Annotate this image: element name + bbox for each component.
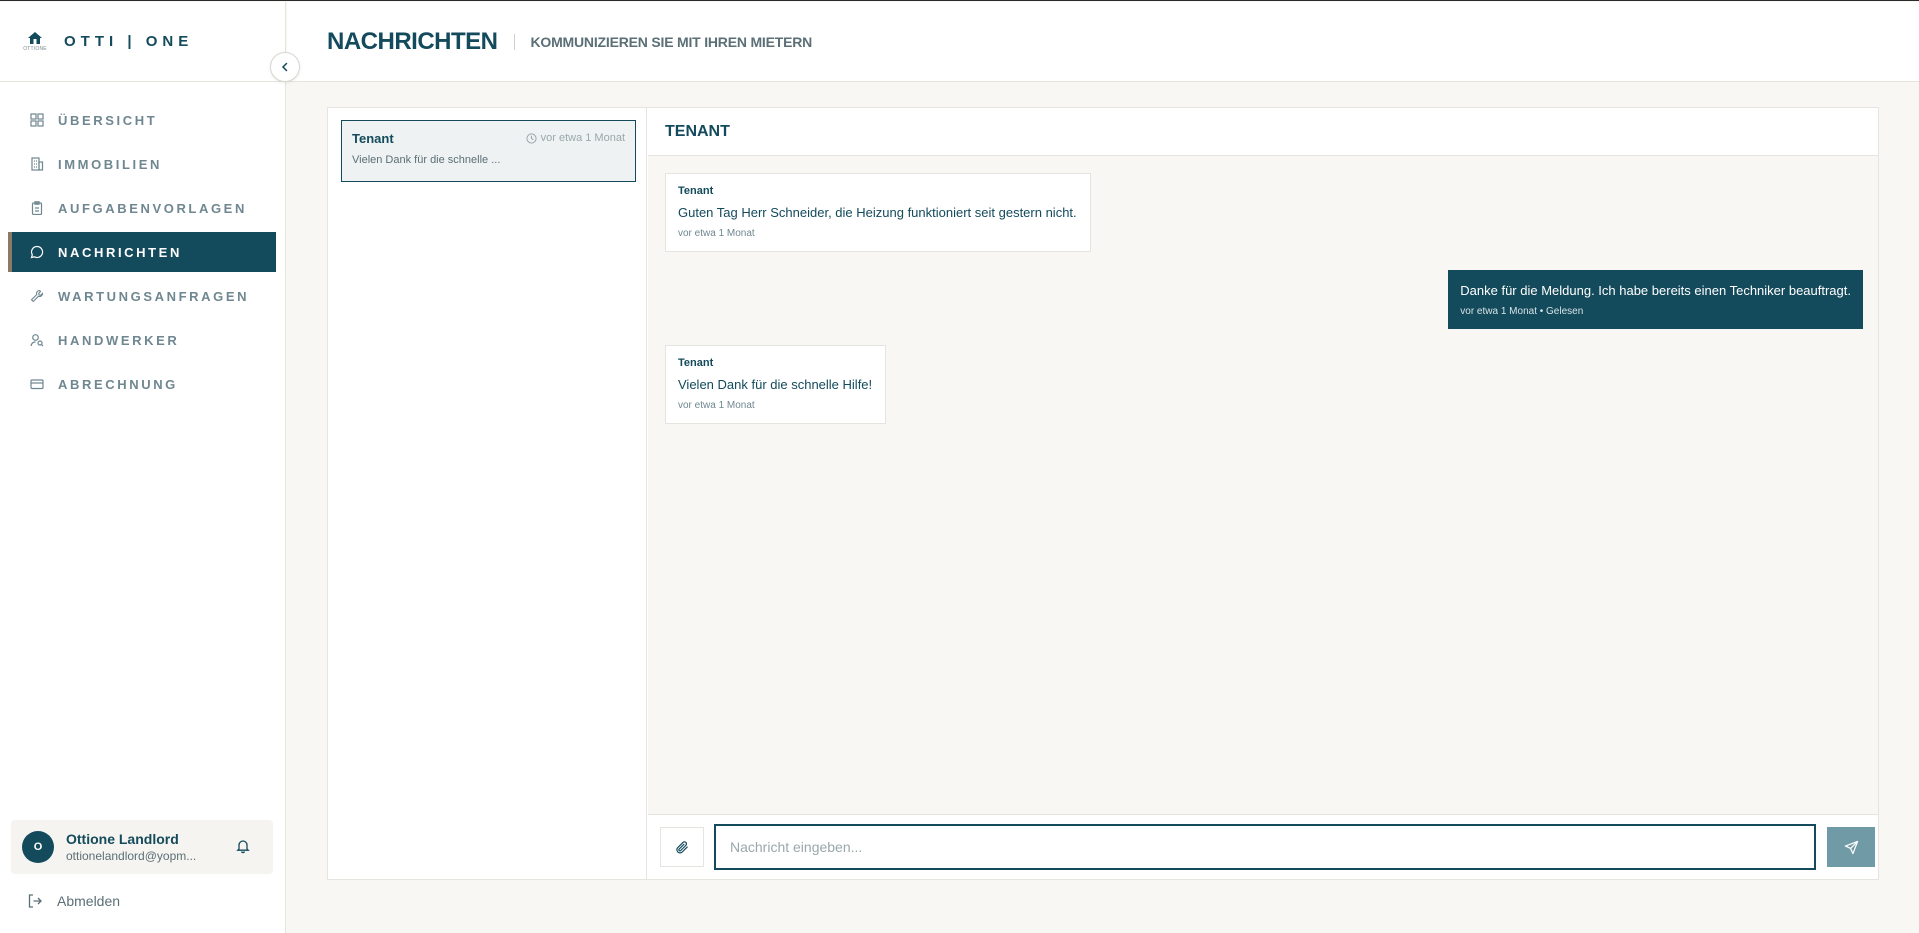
- wrench-icon: [30, 288, 46, 304]
- sidebar-item-wartungsanfragen[interactable]: WARTUNGSANFRAGEN: [8, 276, 276, 316]
- sidebar-item-uebersicht[interactable]: ÜBERSICHT: [8, 100, 276, 140]
- user-search-icon: [30, 332, 46, 348]
- message-text: Danke für die Meldung. Ich habe bereits …: [1460, 283, 1851, 298]
- message-time: vor etwa 1 Monat • Gelesen: [1460, 306, 1584, 317]
- grid-icon: [30, 112, 46, 128]
- send-button[interactable]: [1827, 827, 1875, 867]
- chevron-left-icon: [281, 62, 288, 72]
- message-sender: Tenant: [678, 357, 714, 369]
- building-icon: [30, 156, 46, 172]
- message-text: Guten Tag Herr Schneider, die Heizung fu…: [678, 205, 1077, 220]
- message-composer: [648, 814, 1878, 879]
- logout-label: Abmelden: [57, 893, 121, 909]
- house-logo-icon: [28, 32, 42, 44]
- message-incoming: Tenant Guten Tag Herr Schneider, die Hei…: [665, 173, 1091, 252]
- page-header: NACHRICHTEN KOMMUNIZIEREN SIE MIT IHREN …: [287, 2, 1919, 82]
- sidebar-item-immobilien[interactable]: IMMOBILIEN: [8, 144, 276, 184]
- sidebar-item-nachrichten[interactable]: NACHRICHTEN: [8, 232, 276, 272]
- sidebar-item-label: ÜBERSICHT: [58, 112, 158, 128]
- message-time: vor etwa 1 Monat: [678, 228, 755, 239]
- logout-icon: [27, 893, 43, 909]
- message-incoming: Tenant Vielen Dank für die schnelle Hilf…: [665, 345, 887, 424]
- sidebar-nav: ÜBERSICHT IMMOBILIEN AUFGABENVORLAGEN NA…: [0, 82, 285, 404]
- sidebar-item-label: IMMOBILIEN: [58, 156, 162, 172]
- chat-area: TENANT Tenant Guten Tag Herr Schneider, …: [648, 108, 1878, 879]
- logo[interactable]: OTTIONE: [20, 27, 50, 57]
- conversation-item[interactable]: Tenant vor etwa 1 Monat Vielen Dank für …: [341, 120, 636, 182]
- conversation-time-label: vor etwa 1 Monat: [540, 132, 625, 144]
- credit-card-icon: [30, 376, 46, 392]
- chat-title: TENANT: [648, 108, 1878, 156]
- message-input[interactable]: [714, 824, 1816, 870]
- collapse-sidebar-button[interactable]: [270, 52, 300, 82]
- user-card[interactable]: O Ottione Landlord ottionelandlord@yopm.…: [11, 820, 273, 874]
- sidebar-item-label: ABRECHNUNG: [58, 376, 178, 392]
- user-name: Ottione Landlord: [66, 831, 179, 847]
- paperclip-icon: [675, 840, 688, 853]
- avatar: O: [22, 831, 54, 863]
- page-title: NACHRICHTEN: [327, 27, 498, 55]
- sidebar: OTTIONE OTTI | ONE ÜBERSICHT IMMOBILIEN: [0, 2, 300, 933]
- messages-panel: Tenant vor etwa 1 Monat Vielen Dank für …: [327, 107, 1879, 880]
- conversation-time: vor etwa 1 Monat: [526, 132, 625, 144]
- message-text: Vielen Dank für die schnelle Hilfe!: [678, 377, 873, 392]
- conversation-list: Tenant vor etwa 1 Monat Vielen Dank für …: [328, 108, 647, 879]
- clock-icon: [526, 132, 537, 144]
- brand-name: OTTI | ONE: [64, 33, 194, 50]
- user-email: ottionelandlord@yopm...: [66, 849, 197, 863]
- sidebar-item-abrechnung[interactable]: ABRECHNUNG: [8, 364, 276, 404]
- brand-header: OTTIONE OTTI | ONE: [0, 2, 300, 82]
- message-time: vor etwa 1 Monat: [678, 400, 755, 411]
- sidebar-item-label: HANDWERKER: [58, 332, 180, 348]
- sidebar-item-aufgabenvorlagen[interactable]: AUFGABENVORLAGEN: [8, 188, 276, 228]
- conversation-preview: Vielen Dank für die schnelle ...: [352, 154, 501, 166]
- attach-button[interactable]: [660, 827, 704, 867]
- logout-button[interactable]: Abmelden: [27, 893, 120, 909]
- message-outgoing: Danke für die Meldung. Ich habe bereits …: [1448, 270, 1863, 329]
- sidebar-item-label: NACHRICHTEN: [58, 244, 182, 260]
- message-sender: Tenant: [678, 185, 714, 197]
- sidebar-item-label: AUFGABENVORLAGEN: [58, 200, 247, 216]
- clipboard-icon: [30, 200, 46, 216]
- bell-icon[interactable]: [235, 838, 251, 859]
- message-icon: [30, 244, 46, 260]
- sidebar-item-handwerker[interactable]: HANDWERKER: [8, 320, 276, 360]
- logo-subtext: OTTIONE: [23, 46, 47, 52]
- user-info: Ottione Landlord ottionelandlord@yopm...: [66, 831, 196, 863]
- sidebar-item-label: WARTUNGSANFRAGEN: [58, 288, 250, 304]
- page-subtitle: KOMMUNIZIEREN SIE MIT IHREN MIETERN: [513, 33, 812, 50]
- send-icon: [1844, 840, 1858, 854]
